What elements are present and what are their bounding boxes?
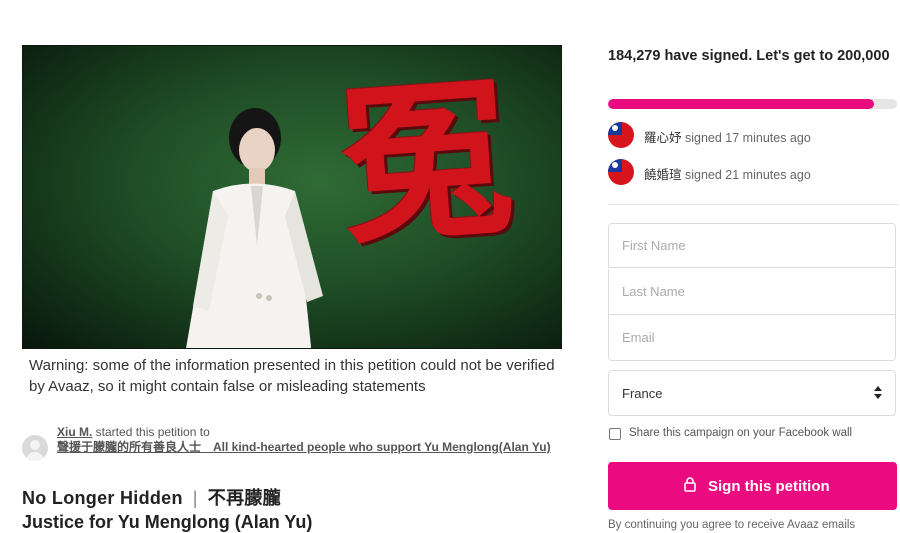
signer-name: 饒婚瑄 [644,168,682,182]
signer-text: 羅心妤 signed 17 minutes ago [644,127,811,146]
email-input[interactable] [609,315,895,360]
petition-target-link[interactable]: 聲援于朦朧的所有善良人士 All kind-hearted people who… [57,440,551,454]
country-value: France [622,386,663,401]
calligraphy-glyph: 冤 [334,57,518,269]
starter-action: started this petition to [92,425,210,439]
taiwan-flag-icon [608,159,634,185]
signer-name: 羅心妤 [644,131,682,145]
progress-fill [608,99,874,109]
title-english: No Longer Hidden [22,488,183,508]
divider [608,204,898,205]
email-field [608,315,896,361]
starter-name-link[interactable]: Xiu M. [57,425,92,439]
recent-signer: 饒婚瑄 signed 21 minutes ago [608,159,898,187]
country-select[interactable]: France [608,370,896,416]
share-checkbox[interactable] [609,428,621,440]
warning-text: Warning: some of the information present… [29,357,555,395]
sign-petition-label: Sign this petition [708,478,830,495]
select-arrows-icon [873,384,883,402]
petition-hero-image: 冤 [22,45,562,349]
sign-petition-button[interactable]: Sign this petition [608,462,897,510]
signer-action: signed 21 minutes ago [681,168,811,182]
title-chinese: 不再朦朧 [207,488,281,508]
lock-icon [684,477,696,492]
share-label[interactable]: Share this campaign on your Facebook wal… [629,427,852,439]
user-avatar-icon [22,435,48,461]
consent-text: By continuing you agree to receive Avaaz… [608,519,856,531]
title-separator: | [192,488,198,508]
signer-action: signed 17 minutes ago [681,131,811,145]
petition-subtitle: Justice for Yu Menglong (Alan Yu) [22,512,313,532]
recent-signer: 羅心妤 signed 17 minutes ago [608,122,898,150]
first-name-field [608,223,896,268]
person-figure [186,108,323,348]
first-name-input[interactable] [609,224,895,267]
last-name-field [608,269,896,315]
taiwan-flag-icon [608,122,634,148]
starter-text: Xiu M. started this petition to 聲援于朦朧的所有… [57,425,557,455]
petition-title: No Longer Hidden | 不再朦朧 [22,484,281,510]
signature-progress-bar [608,99,897,109]
signature-goal: 184,279 have signed. Let's get to 200,00… [608,48,890,64]
signer-text: 饒婚瑄 signed 21 minutes ago [644,164,811,183]
last-name-input[interactable] [609,269,895,314]
